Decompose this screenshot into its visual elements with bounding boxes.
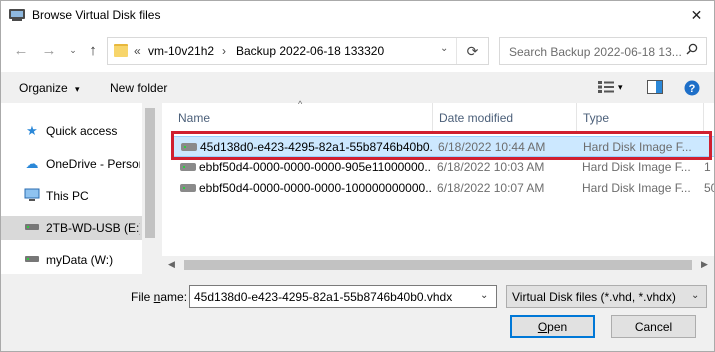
view-dropdown-icon[interactable]: ▾ <box>618 82 623 93</box>
help-icon: ? <box>684 80 700 96</box>
column-divider[interactable] <box>432 103 433 131</box>
dialog-footer: File name: 45d138d0-e423-4295-82a1-55b87… <box>0 274 715 352</box>
breadcrumb-separator[interactable]: › <box>222 44 226 58</box>
file-type: Hard Disk Image F... <box>582 160 691 174</box>
new-folder-button[interactable]: New folder <box>110 81 167 95</box>
disk-image-icon <box>180 163 196 171</box>
sidebar-item-onedrive[interactable]: ☁ OneDrive - Personal <box>0 152 142 176</box>
file-row[interactable]: ebbf50d4-0000-0000-0000-100000000000....… <box>172 178 715 199</box>
drive-icon <box>23 220 41 236</box>
refresh-icon[interactable]: ⟳ <box>456 38 488 64</box>
sidebar-item-label: OneDrive - Personal <box>46 157 140 171</box>
file-row[interactable]: ebbf50d4-0000-0000-0000-905e11000000....… <box>172 157 715 178</box>
sidebar-item-label: myData (W:) <box>46 253 114 267</box>
disk-app-icon <box>9 9 25 21</box>
sidebar-item-quick-access[interactable]: ★ Quick access <box>0 119 142 143</box>
file-name-label: File name: <box>131 290 188 304</box>
back-arrow-icon[interactable]: ← <box>12 41 30 59</box>
open-button[interactable]: Open <box>510 315 595 338</box>
column-header-name[interactable]: Name <box>178 103 210 131</box>
file-date: 6/18/2022 10:07 AM <box>437 181 545 195</box>
column-header-date-modified[interactable]: Date modified <box>439 103 513 131</box>
chevron-down-icon: ▾ <box>75 84 80 94</box>
column-divider[interactable] <box>703 103 704 131</box>
file-name: ebbf50d4-0000-0000-0000-100000000000.... <box>199 181 431 195</box>
sidebar-item-this-pc[interactable]: This PC <box>0 184 142 208</box>
search-input[interactable]: Search Backup 2022-06-18 13... <box>499 37 707 65</box>
window-title: Browse Virtual Disk files <box>32 8 161 22</box>
selection-highlight-annotation <box>171 131 712 160</box>
scroll-right-icon[interactable]: ▶ <box>701 259 708 270</box>
star-icon: ★ <box>26 123 38 138</box>
organize-label: Organize <box>19 81 68 95</box>
up-arrow-icon[interactable]: ↑ <box>84 41 102 59</box>
command-toolbar: Organize ▾ New folder ▾ ? <box>0 72 715 103</box>
file-size: 1 <box>704 160 711 174</box>
sidebar-item-2tb-wd-usb[interactable]: 2TB-WD-USB (E:) <box>0 216 142 240</box>
column-header-type[interactable]: Type <box>583 103 609 131</box>
file-list: ^ Name Date modified Type 45d138d0-e423-… <box>162 99 715 274</box>
view-options-button[interactable] <box>598 80 614 97</box>
navigation-pane: ★ Quick access ☁ OneDrive - Personal Thi… <box>0 103 158 274</box>
search-placeholder: Search Backup 2022-06-18 13... <box>509 45 682 59</box>
preview-pane-button[interactable] <box>647 80 663 97</box>
file-name-input[interactable]: 45d138d0-e423-4295-82a1-55b8746b40b0.vhd… <box>194 290 452 304</box>
file-name-dropdown-icon[interactable]: ⌄ <box>480 290 488 301</box>
file-name-combobox[interactable]: 45d138d0-e423-4295-82a1-55b8746b40b0.vhd… <box>189 285 497 308</box>
horizontal-scrollbar[interactable]: ◀ ▶ <box>162 256 715 274</box>
folder-icon <box>114 44 128 57</box>
address-bar[interactable]: « vm-10v21h2 › Backup 2022-06-18 133320 … <box>107 37 489 65</box>
file-type-value: Virtual Disk files (*.vhd, *.vhdx) <box>512 290 676 304</box>
forward-arrow-icon[interactable]: → <box>40 41 58 59</box>
breadcrumb-overflow[interactable]: « <box>134 44 141 58</box>
file-date: 6/18/2022 10:03 AM <box>437 160 545 174</box>
close-button[interactable]: ✕ <box>678 0 715 31</box>
breadcrumb-vm[interactable]: vm-10v21h2 <box>148 44 214 58</box>
file-type: Hard Disk Image F... <box>582 181 691 195</box>
recent-locations-dropdown-icon[interactable]: ⌄ <box>64 41 82 59</box>
sidebar-item-mydata[interactable]: myData (W:) <box>0 248 142 272</box>
sidebar-item-label: Quick access <box>46 124 118 138</box>
sort-ascending-icon: ^ <box>298 99 303 109</box>
navigation-bar: ← → ⌄ ↑ « vm-10v21h2 › Backup 2022-06-18… <box>0 31 715 72</box>
view-icon <box>598 81 614 93</box>
sidebar-item-label: 2TB-WD-USB (E:) <box>46 221 140 235</box>
file-size: 50 <box>704 181 715 195</box>
cloud-icon: ☁ <box>25 156 39 171</box>
cancel-button[interactable]: Cancel <box>611 315 696 338</box>
column-divider[interactable] <box>576 103 577 131</box>
horizontal-scrollbar-thumb[interactable] <box>184 260 692 270</box>
address-dropdown-icon[interactable]: ⌄ <box>440 43 448 54</box>
file-type-dropdown-icon[interactable]: ⌄ <box>691 290 699 301</box>
file-name: ebbf50d4-0000-0000-0000-905e11000000.... <box>199 160 431 174</box>
breadcrumb-backup[interactable]: Backup 2022-06-18 133320 <box>236 44 384 58</box>
disk-image-icon <box>180 184 196 192</box>
organize-button[interactable]: Organize ▾ <box>19 81 80 95</box>
computer-icon <box>23 188 41 204</box>
search-icon[interactable] <box>686 43 698 58</box>
scroll-left-icon[interactable]: ◀ <box>168 259 175 270</box>
sidebar-item-label: This PC <box>46 189 89 203</box>
preview-pane-icon <box>647 80 663 94</box>
drive-icon <box>23 252 41 268</box>
file-type-select[interactable]: Virtual Disk files (*.vhd, *.vhdx) ⌄ <box>506 285 707 308</box>
sidebar-scrollbar-thumb[interactable] <box>145 108 155 238</box>
svg-text:?: ? <box>689 83 696 95</box>
title-bar: Browse Virtual Disk files ✕ <box>0 0 715 31</box>
help-button[interactable]: ? <box>684 80 700 99</box>
